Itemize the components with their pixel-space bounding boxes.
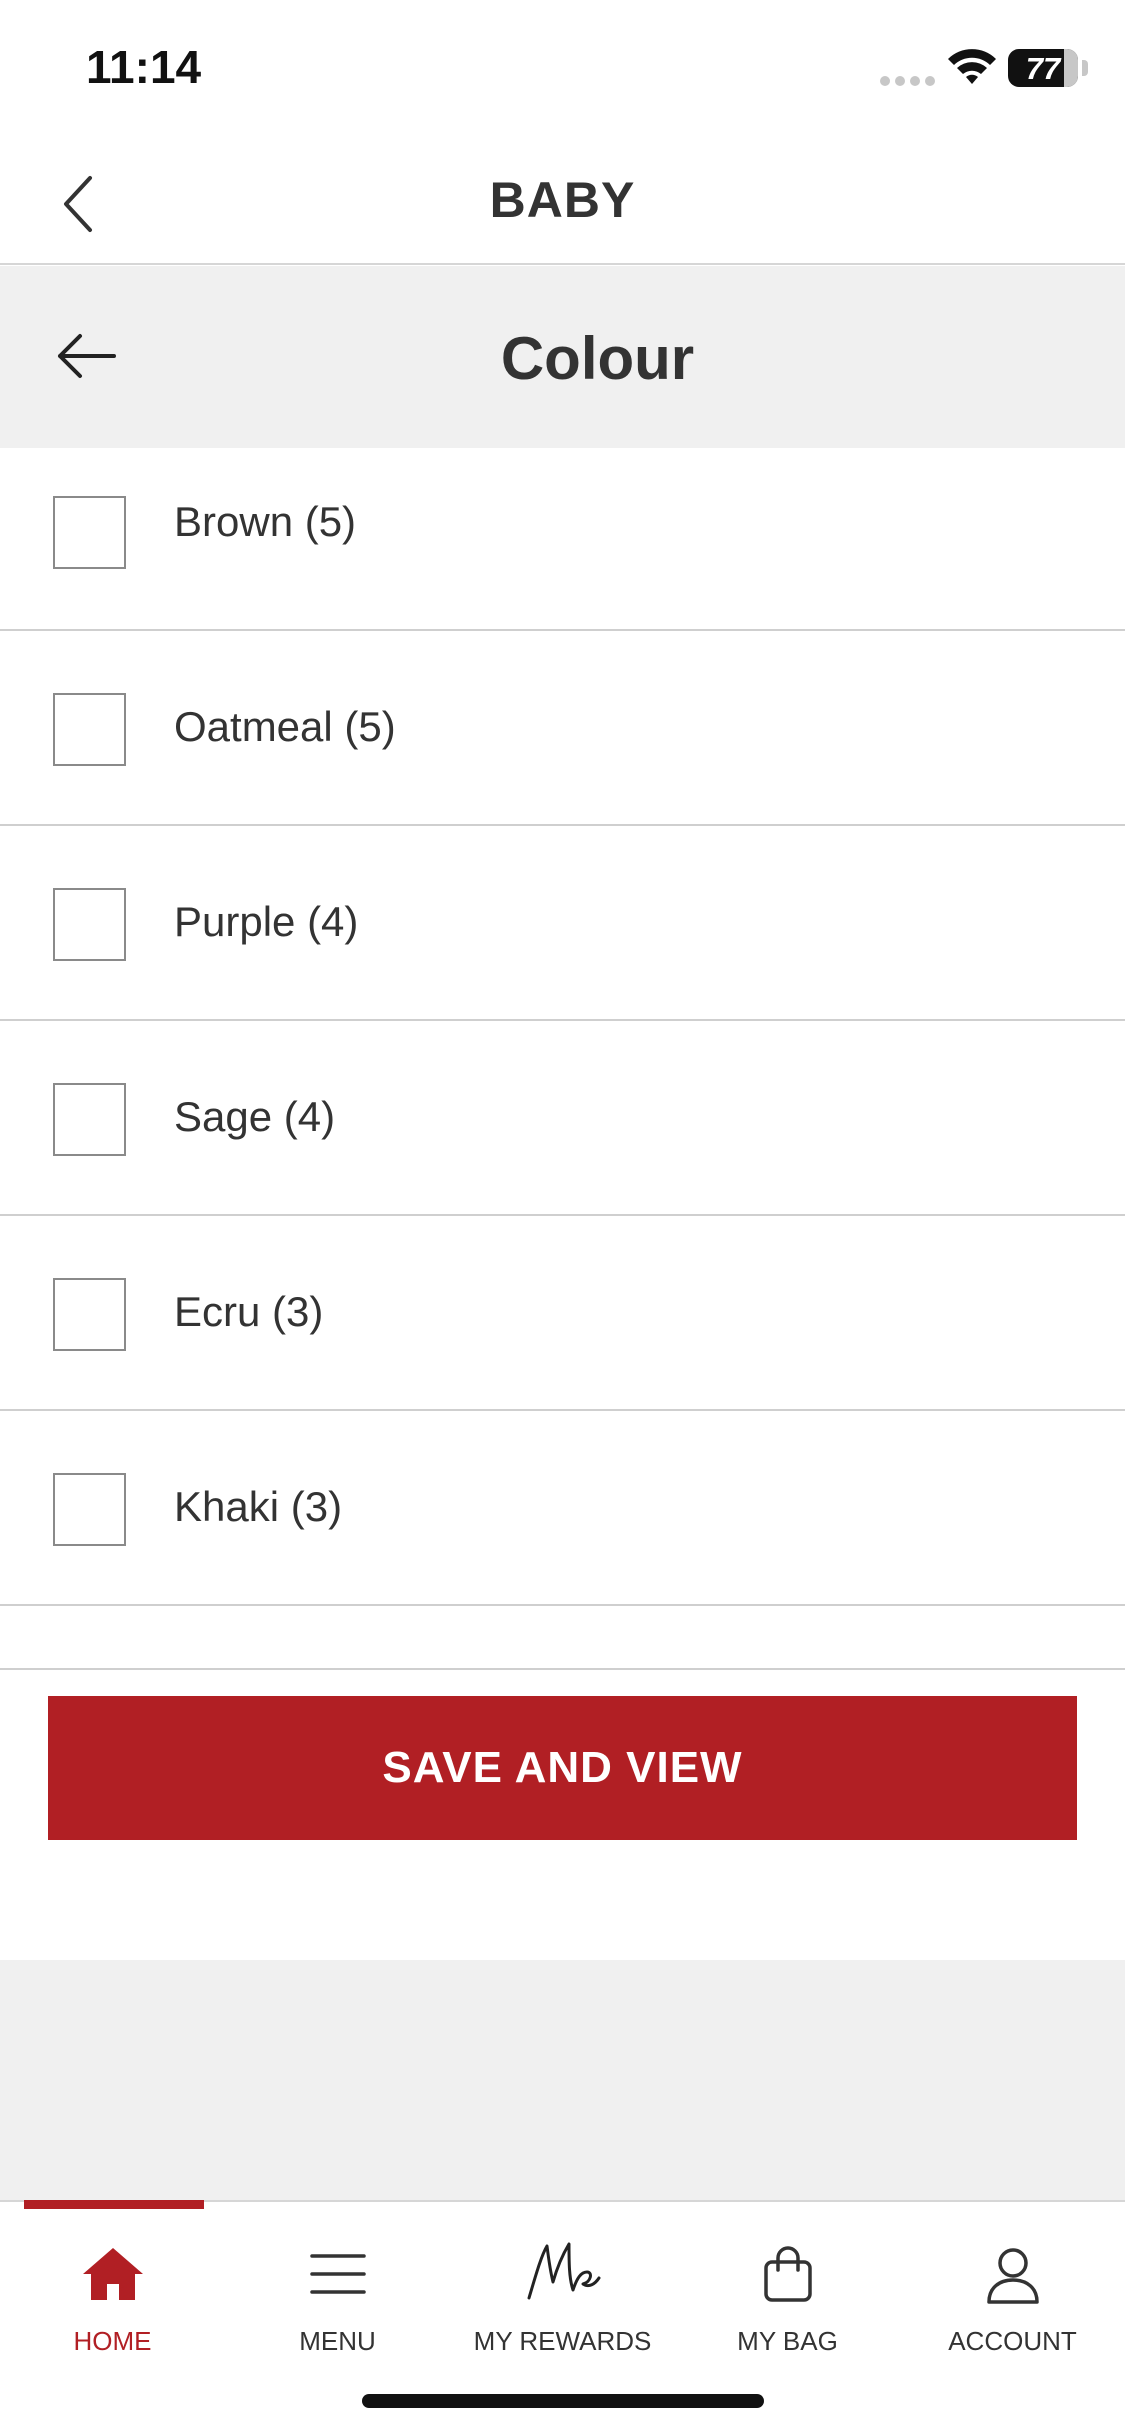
- option-label: Ecru (3): [174, 1288, 324, 1335]
- battery-icon: 77: [1008, 49, 1078, 87]
- colour-option-partial[interactable]: [0, 1606, 1125, 1670]
- me-rewards-icon: [527, 2242, 600, 2300]
- filter-title: Colour: [500, 325, 695, 392]
- tab-label: HOME: [73, 2326, 152, 2356]
- tab-my-bag[interactable]: MY BAG: [675, 2222, 900, 2356]
- checkbox[interactable]: [53, 693, 126, 766]
- colour-options-list: Brown (5) Oatmeal (5) Purple (4) Sage (4…: [0, 448, 1125, 1670]
- battery-level: 77: [1025, 51, 1061, 86]
- colour-option-brown[interactable]: Brown (5): [0, 448, 1125, 631]
- tab-label: MY BAG: [737, 2326, 838, 2356]
- colour-option-oatmeal[interactable]: Oatmeal (5): [0, 631, 1125, 826]
- filter-header: Colour: [0, 266, 1125, 448]
- checkbox[interactable]: [53, 1083, 126, 1156]
- status-bar: 11:14 77: [0, 0, 1125, 135]
- tab-home[interactable]: HOME: [0, 2222, 225, 2356]
- menu-icon: [309, 2254, 366, 2294]
- action-area: SAVE AND VIEW: [0, 1670, 1125, 1960]
- cellular-signal-icon: [880, 76, 935, 86]
- tab-label: MENU: [299, 2326, 376, 2356]
- home-icon: [82, 2248, 143, 2300]
- option-label: Brown (5): [174, 498, 357, 545]
- active-tab-indicator: [24, 2200, 204, 2209]
- option-label: Khaki (3): [174, 1483, 343, 1530]
- colour-option-khaki[interactable]: Khaki (3): [0, 1411, 1125, 1606]
- empty-panel: [0, 1960, 1125, 2200]
- checkbox[interactable]: [53, 888, 126, 961]
- tab-label: MY REWARDS: [473, 2326, 652, 2356]
- option-label: Oatmeal (5): [174, 703, 396, 750]
- tab-account[interactable]: ACCOUNT: [900, 2222, 1125, 2356]
- colour-option-sage[interactable]: Sage (4): [0, 1021, 1125, 1216]
- bag-icon: [763, 2246, 812, 2302]
- wifi-icon: [948, 49, 996, 84]
- tab-label: ACCOUNT: [948, 2326, 1077, 2356]
- tab-menu[interactable]: MENU: [225, 2222, 450, 2356]
- save-and-view-button[interactable]: SAVE AND VIEW: [48, 1696, 1077, 1840]
- page-header: BABY: [0, 135, 1125, 265]
- battery-cap: [1082, 60, 1088, 76]
- checkbox[interactable]: [53, 1473, 126, 1546]
- page-title: BABY: [489, 172, 636, 228]
- tab-my-rewards[interactable]: MY REWARDS: [450, 2222, 675, 2356]
- option-label: Sage (4): [174, 1093, 336, 1140]
- checkbox[interactable]: [53, 1278, 126, 1351]
- option-label: Purple (4): [174, 898, 359, 945]
- colour-option-ecru[interactable]: Ecru (3): [0, 1216, 1125, 1411]
- colour-option-purple[interactable]: Purple (4): [0, 826, 1125, 1021]
- account-icon: [986, 2248, 1039, 2304]
- home-indicator: [362, 2394, 764, 2408]
- checkbox[interactable]: [53, 496, 126, 569]
- status-time: 11:14: [86, 41, 202, 93]
